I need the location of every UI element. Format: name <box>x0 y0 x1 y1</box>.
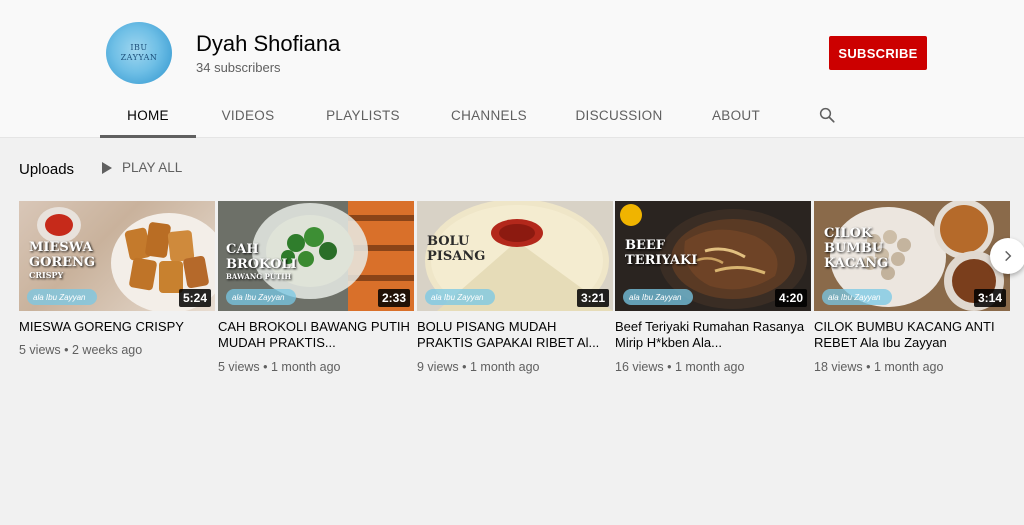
channel-name: Dyah Shofiana <box>196 31 341 56</box>
play-all-button[interactable]: PLAY ALL <box>102 160 182 175</box>
video-card-brokoli[interactable]: CAH BROKOLI BAWANG PUTIH ala Ibu Zayyan … <box>218 201 414 374</box>
tab-videos[interactable]: VIDEOS <box>213 98 283 138</box>
video-meta: 5 views • 2 weeks ago <box>19 343 143 357</box>
tab-discussion[interactable]: DISCUSSION <box>572 98 666 138</box>
video-meta: 16 views • 1 month ago <box>615 360 745 374</box>
video-thumbnail[interactable]: MIESWA GORENG CRISPY ala Ibu Zayyan 5:24 <box>19 201 215 311</box>
video-title[interactable]: CAH BROKOLI BAWANG PUTIH MUDAH PRAKTIS..… <box>218 319 414 353</box>
video-title[interactable]: CILOK BUMBU KACANG ANTI REBET Ala Ibu Za… <box>814 319 1010 353</box>
video-thumbnail[interactable]: BOLU PISANG ala Ibu Zayyan 3:21 <box>417 201 613 311</box>
channel-avatar[interactable]: IBU ZAYYAN <box>106 22 172 84</box>
video-meta: 9 views • 1 month ago <box>417 360 540 374</box>
play-all-label: PLAY ALL <box>122 160 183 175</box>
chevron-right-icon <box>1005 250 1012 262</box>
watermark: ala Ibu Zayyan <box>226 289 296 305</box>
thumbnail-caption: CAH BROKOLI BAWANG PUTIH <box>226 242 297 281</box>
carousel-next-button[interactable] <box>990 238 1024 274</box>
thumbnail-caption: BOLU PISANG <box>427 234 486 264</box>
video-card-bolu[interactable]: BOLU PISANG ala Ibu Zayyan 3:21 BOLU PIS… <box>417 201 613 374</box>
channel-header: IBU ZAYYAN Dyah Shofiana 34 subscribers … <box>0 0 1024 138</box>
video-card-cilok[interactable]: CILOK BUMBU KACANG ala Ibu Zayyan 3:14 C… <box>814 201 1010 374</box>
video-title[interactable]: Beef Teriyaki Rumahan Rasanya Mirip H*kb… <box>615 319 811 353</box>
play-icon <box>102 161 112 174</box>
video-meta: 5 views • 1 month ago <box>218 360 341 374</box>
tab-about[interactable]: ABOUT <box>706 98 766 138</box>
avatar-text-line-2: ZAYYAN <box>120 53 158 62</box>
uploads-title: Uploads <box>19 161 75 178</box>
watermark: ala Ibu Zayyan <box>27 289 97 305</box>
video-thumbnail[interactable]: CAH BROKOLI BAWANG PUTIH ala Ibu Zayyan … <box>218 201 414 311</box>
search-icon[interactable] <box>818 106 836 124</box>
video-duration: 3:14 <box>973 289 1006 307</box>
tab-playlists[interactable]: PLAYLISTS <box>320 98 406 138</box>
video-duration: 2:33 <box>377 289 410 307</box>
video-card-beef-teriyaki[interactable]: BEEF TERIYAKI ala Ibu Zayyan 4:20 Beef T… <box>615 201 811 374</box>
video-duration: 3:21 <box>576 289 609 307</box>
subscribe-button[interactable]: SUBSCRIBE <box>829 36 927 70</box>
video-title[interactable]: BOLU PISANG MUDAH PRAKTIS GAPAKAI RIBET … <box>417 319 613 353</box>
video-thumbnail[interactable]: BEEF TERIYAKI ala Ibu Zayyan 4:20 <box>615 201 811 311</box>
subscriber-count: 34 subscribers <box>196 60 281 75</box>
thumbnail-caption: CILOK BUMBU KACANG <box>824 226 889 271</box>
watermark: ala Ibu Zayyan <box>425 289 495 305</box>
watermark: ala Ibu Zayyan <box>822 289 892 305</box>
thumbnail-caption: BEEF TERIYAKI <box>625 238 698 268</box>
video-meta: 18 views • 1 month ago <box>814 360 944 374</box>
video-card-mieswa[interactable]: MIESWA GORENG CRISPY ala Ibu Zayyan 5:24… <box>19 201 215 357</box>
thumbnail-caption: MIESWA GORENG CRISPY <box>29 240 96 280</box>
watermark: ala Ibu Zayyan <box>623 289 693 305</box>
tab-home[interactable]: HOME <box>100 98 196 138</box>
video-thumbnail[interactable]: CILOK BUMBU KACANG ala Ibu Zayyan 3:14 <box>814 201 1010 311</box>
video-duration: 5:24 <box>178 289 211 307</box>
avatar-text-line-1: IBU <box>130 43 148 52</box>
video-duration: 4:20 <box>774 289 807 307</box>
tab-channels[interactable]: CHANNELS <box>446 98 532 138</box>
